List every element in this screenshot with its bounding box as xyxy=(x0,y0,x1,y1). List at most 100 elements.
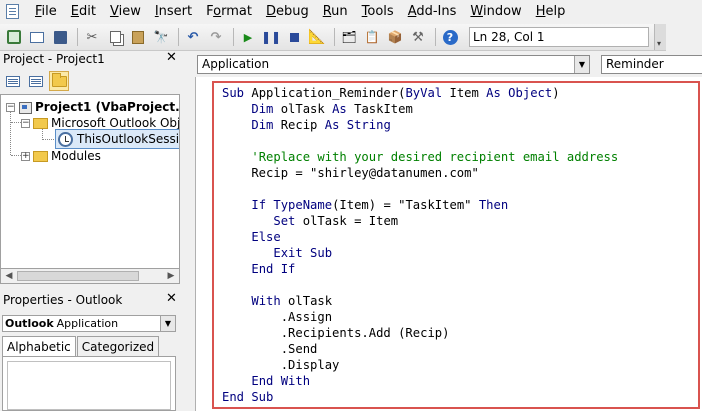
vba-app-icon[interactable] xyxy=(4,3,22,21)
reset-icon[interactable] xyxy=(284,27,304,47)
code-line: End Sub xyxy=(222,389,618,405)
menu-debug[interactable]: Debug xyxy=(259,0,316,24)
properties-object-select[interactable]: Outlook Application ▼ xyxy=(2,315,176,332)
project-tree-scrollbar[interactable]: ◀ ▶ xyxy=(0,268,180,284)
toolbar-separator xyxy=(233,28,234,46)
code-token: olTask xyxy=(273,102,333,116)
close-icon[interactable]: ✕ xyxy=(165,292,178,306)
scroll-left-icon[interactable]: ◀ xyxy=(2,270,16,283)
close-icon[interactable]: ✕ xyxy=(165,51,178,65)
code-token: As String xyxy=(324,118,391,132)
project-pane-title-text: Project - Project1 xyxy=(3,52,105,66)
tab-categorized[interactable]: Categorized xyxy=(76,336,160,357)
code-line: 'Replace with your desired recipient ema… xyxy=(222,149,618,165)
collapse-icon[interactable]: − xyxy=(6,102,15,112)
menu-edit[interactable]: Edit xyxy=(64,0,103,24)
tree-item-project[interactable]: − Project1 (VbaProject.OT xyxy=(6,99,180,115)
code-line: End With xyxy=(222,373,618,389)
menu-tools[interactable]: Tools xyxy=(355,0,401,24)
toolbar-options-grip[interactable] xyxy=(654,24,666,50)
code-token: .Assign xyxy=(222,310,333,324)
chevron-down-icon[interactable]: ▼ xyxy=(574,56,589,73)
tree-item-label: Modules xyxy=(51,149,101,163)
menu-file[interactable]: File xyxy=(28,0,64,24)
code-token: Recip = "shirley@datanumen.com" xyxy=(222,166,479,180)
tree-item-label: Microsoft Outlook Object xyxy=(51,116,180,130)
menu-run[interactable]: Run xyxy=(316,0,355,24)
code-editor[interactable]: Sub Application_Reminder(ByVal Item As O… xyxy=(212,81,700,409)
find-icon[interactable]: 🔭 xyxy=(151,27,171,47)
cursor-position: Ln 28, Col 1 xyxy=(469,27,649,47)
code-token: Dim xyxy=(251,118,274,132)
project-explorer-icon[interactable]: 🗂 xyxy=(339,27,359,47)
folder-icon xyxy=(33,117,48,129)
code-token: Application_Reminder( xyxy=(251,86,406,100)
scroll-right-icon[interactable]: ▶ xyxy=(164,270,178,283)
tree-item-label: Project1 (VbaProject.OT xyxy=(35,100,180,114)
run-icon[interactable]: ▶ xyxy=(238,27,258,47)
menu-add-ins[interactable]: Add-Ins xyxy=(401,0,464,24)
collapse-icon[interactable]: − xyxy=(21,118,30,128)
toggle-folders-icon[interactable] xyxy=(49,71,69,91)
tree-item-modules[interactable]: + Modules xyxy=(21,148,101,164)
code-line: Else xyxy=(222,229,618,245)
save-icon[interactable] xyxy=(50,27,70,47)
code-token: As xyxy=(332,102,347,116)
design-mode-icon[interactable]: 📐 xyxy=(307,27,327,47)
menu-insert[interactable]: Insert xyxy=(148,0,199,24)
properties-window-icon[interactable]: 📋 xyxy=(362,27,382,47)
break-icon[interactable]: ❚❚ xyxy=(261,27,281,47)
toolbar-separator xyxy=(77,28,78,46)
redo-icon[interactable]: ↷ xyxy=(206,27,226,47)
toolbox-icon[interactable]: ⚒ xyxy=(408,27,428,47)
code-line: .Display xyxy=(222,357,618,373)
expand-icon[interactable]: + xyxy=(21,151,30,161)
menu-help[interactable]: Help xyxy=(529,0,573,24)
code-token: End Sub xyxy=(222,390,274,404)
menu-view[interactable]: View xyxy=(103,0,148,24)
procedure-combo-value: Reminder xyxy=(606,57,664,71)
code-token: (Item) = "TaskItem" xyxy=(332,198,479,212)
chevron-down-icon[interactable]: ▼ xyxy=(160,316,175,331)
insert-module-icon[interactable] xyxy=(27,27,47,47)
code-token: If TypeName xyxy=(251,198,333,212)
view-object-icon[interactable] xyxy=(26,71,46,91)
code-token: olTask xyxy=(280,294,333,308)
code-token: .Display xyxy=(222,358,340,372)
copy-icon[interactable] xyxy=(105,27,125,47)
code-token: .Recipients.Add (Recip) xyxy=(222,326,450,340)
code-line: Sub Application_Reminder(ByVal Item As O… xyxy=(222,85,618,101)
tab-alphabetic[interactable]: Alphabetic xyxy=(2,336,76,357)
properties-grid xyxy=(2,356,176,411)
code-line: Recip = "shirley@datanumen.com" xyxy=(222,165,618,181)
toolbar-separator xyxy=(435,28,436,46)
help-icon[interactable]: ? xyxy=(440,27,460,47)
view-outlook-icon[interactable] xyxy=(4,27,24,47)
cut-icon[interactable]: ✂ xyxy=(82,27,102,47)
undo-icon[interactable]: ↶ xyxy=(183,27,203,47)
tree-item-this-outlook-session[interactable]: ThisOutlookSession xyxy=(55,129,179,149)
pane-splitter[interactable] xyxy=(181,51,195,411)
code-line: Dim olTask As TaskItem xyxy=(222,101,618,117)
object-combo[interactable]: Application ▼ xyxy=(197,55,590,74)
object-browser-icon[interactable]: 📦 xyxy=(385,27,405,47)
code-token: TaskItem xyxy=(346,102,413,116)
paste-icon[interactable] xyxy=(128,27,148,47)
properties-pane-title: Properties - Outlook ✕ xyxy=(0,292,180,309)
code-token: Exit Sub xyxy=(273,246,333,260)
toolbar-separator xyxy=(178,28,179,46)
view-code-icon[interactable] xyxy=(3,71,23,91)
procedure-combo[interactable]: Reminder xyxy=(601,55,702,74)
code-token: ByVal xyxy=(405,86,443,100)
menu-window[interactable]: Window xyxy=(463,0,528,24)
menu-format[interactable]: Format xyxy=(199,0,259,24)
scroll-thumb[interactable] xyxy=(17,271,139,281)
properties-tabs: Alphabetic Categorized xyxy=(2,336,160,357)
code-line: Set olTask = Item xyxy=(222,213,618,229)
